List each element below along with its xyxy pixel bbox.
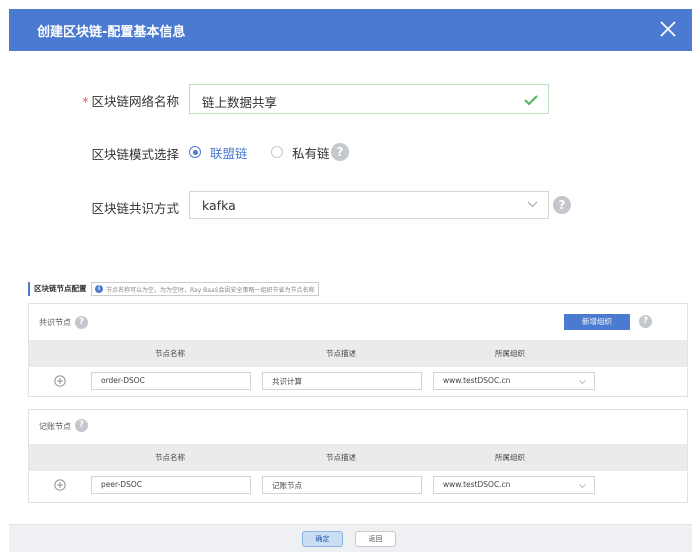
network-name-label: * 区块链网络名称 — [82, 94, 179, 109]
ledger-node-panel: 记账节点 ? 节点名称 节点描述 所属组织 peer-DSOC 记账节点 www… — [28, 409, 688, 503]
consensus-node-title: 共识节点 — [39, 318, 71, 327]
chevron-down-icon — [579, 380, 586, 384]
consensus-table-header: 节点名称 节点描述 所属组织 — [29, 340, 687, 367]
node-desc-input[interactable]: 记账节点 — [262, 476, 422, 494]
organization-select[interactable]: www.testDSOC.cn — [433, 372, 595, 390]
node-config-tip-text: 节点名称可以为空，为为空时，Ray BaaS会因安全策略一组织节省为节点名称 — [106, 286, 315, 294]
organization-value: www.testDSOC.cn — [443, 480, 511, 489]
table-row: peer-DSOC 记账节点 www.testDSOC.cn — [29, 472, 687, 499]
node-name-value: peer-DSOC — [101, 480, 142, 489]
column-node-name: 节点名称 — [155, 453, 185, 462]
node-config-tip: i 节点名称可以为空，为为空时，Ray BaaS会因安全策略一组织节省为节点名称 — [91, 282, 320, 296]
confirm-button[interactable]: 确定 — [302, 531, 343, 547]
node-desc-input[interactable]: 共识计算 — [262, 372, 422, 390]
radio-unselected-indicator — [271, 146, 283, 158]
add-organization-help-icon[interactable]: ? — [639, 315, 652, 328]
back-button[interactable]: 返回 — [355, 531, 396, 547]
organization-select[interactable]: www.testDSOC.cn — [433, 476, 595, 494]
chevron-down-icon — [579, 484, 586, 488]
radio-consortium-label: 联盟链 — [210, 145, 248, 161]
node-name-input[interactable]: order-DSOC — [91, 372, 251, 390]
plus-circle-icon[interactable] — [54, 479, 66, 491]
chevron-down-icon — [527, 201, 538, 208]
consensus-label: 区块链共识方式 — [91, 201, 179, 216]
organization-value: www.testDSOC.cn — [443, 376, 511, 385]
dialog-footer: 确定 返回 — [9, 524, 692, 552]
network-name-row: * 区块链网络名称 链上数据共享 — [0, 84, 700, 114]
column-node-desc: 节点描述 — [326, 453, 356, 462]
network-name-value: 链上数据共享 — [202, 95, 278, 110]
node-desc-value: 共识计算 — [272, 377, 302, 386]
consensus-select[interactable]: kafka — [189, 191, 549, 219]
node-name-input[interactable]: peer-DSOC — [91, 476, 251, 494]
column-node-desc: 节点描述 — [326, 349, 356, 358]
add-organization-button[interactable]: 新增组织 — [564, 314, 630, 330]
table-row: order-DSOC 共识计算 www.testDSOC.cn — [29, 368, 687, 395]
node-config-section-label: 区块链节点配置 — [28, 282, 87, 296]
node-name-value: order-DSOC — [101, 376, 145, 385]
plus-circle-icon[interactable] — [54, 375, 66, 387]
dialog-title: 创建区块链-配置基本信息 — [37, 25, 186, 40]
ledger-node-help-icon[interactable]: ? — [75, 419, 88, 432]
mode-help-icon[interactable]: ? — [331, 143, 349, 161]
info-icon: i — [95, 285, 103, 293]
radio-private-label: 私有链 — [292, 145, 330, 161]
network-name-input[interactable]: 链上数据共享 — [189, 84, 549, 114]
dialog-header: 创建区块链-配置基本信息 — [9, 9, 692, 51]
consensus-row: 区块链共识方式 kafka ? — [0, 191, 700, 221]
consensus-node-help-icon[interactable]: ? — [75, 316, 88, 329]
mode-row: 区块链模式选择 联盟链 私有链 ? — [0, 137, 700, 167]
close-icon[interactable] — [656, 17, 680, 41]
consensus-help-icon[interactable]: ? — [553, 196, 571, 214]
column-node-name: 节点名称 — [155, 349, 185, 358]
radio-consortium-chain[interactable]: 联盟链 — [189, 138, 248, 166]
radio-private-chain[interactable]: 私有链 — [271, 138, 330, 166]
radio-selected-indicator — [189, 146, 201, 158]
consensus-value: kafka — [202, 198, 236, 213]
node-desc-value: 记账节点 — [272, 481, 302, 490]
ledger-node-title: 记账节点 — [39, 422, 71, 431]
check-icon — [524, 95, 538, 106]
mode-label: 区块链模式选择 — [91, 147, 179, 162]
consensus-node-panel: 共识节点 ? 新增组织 ? 节点名称 节点描述 所属组织 order-DSOC … — [28, 303, 688, 397]
required-mark: * — [82, 94, 89, 109]
ledger-table-header: 节点名称 节点描述 所属组织 — [29, 444, 687, 471]
column-organization: 所属组织 — [495, 349, 525, 358]
column-organization: 所属组织 — [495, 453, 525, 462]
